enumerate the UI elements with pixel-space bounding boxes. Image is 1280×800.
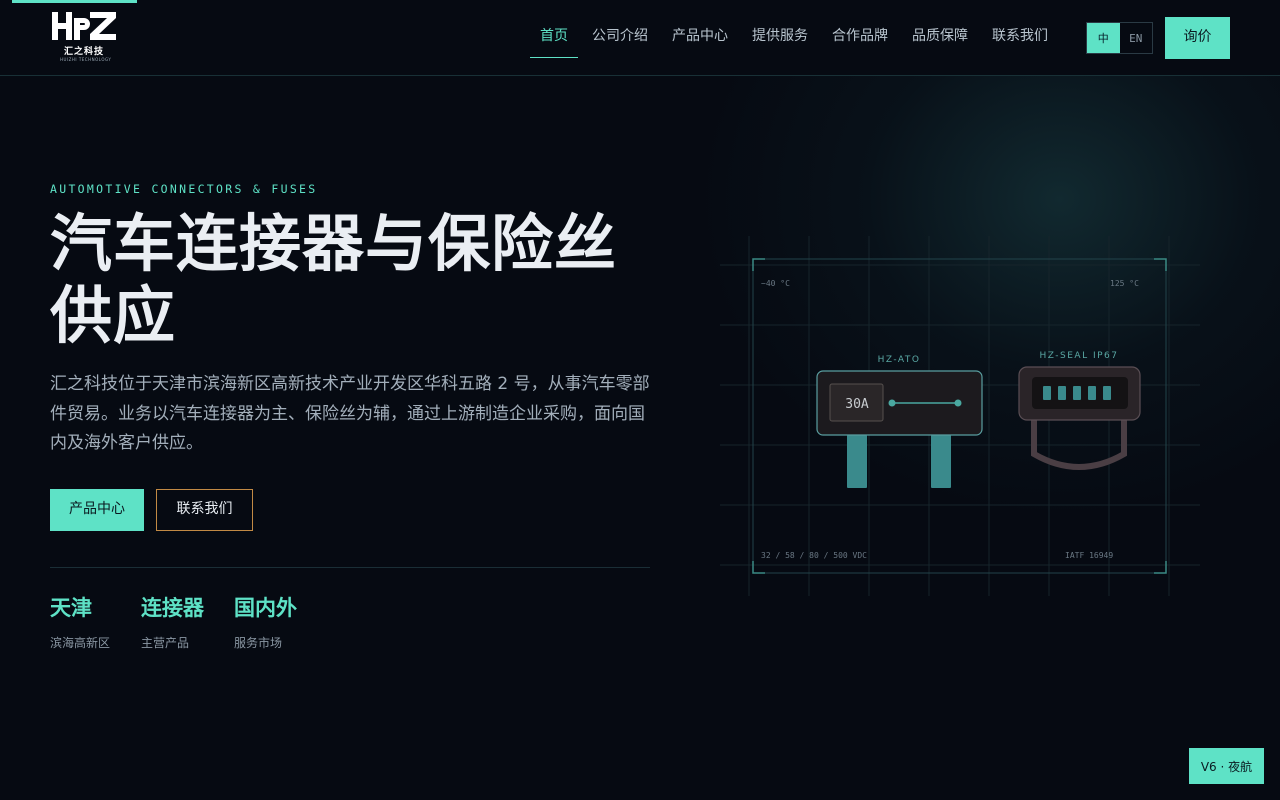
stat-product: 连接器 主营产品 xyxy=(141,592,204,651)
main-nav: 首页 公司介绍 产品中心 提供服务 合作品牌 品质保障 联系我们 xyxy=(530,0,1062,76)
stat-label: 主营产品 xyxy=(141,636,190,650)
fuse-icon: HZ-ATO 30A xyxy=(816,355,983,488)
product-diagram: −40 °C 125 °C 32 / 58 / 80 / 500 VDC IAT… xyxy=(720,236,1200,596)
language-switch: 中 EN xyxy=(1086,22,1153,54)
voltage-label: 32 / 58 / 80 / 500 VDC xyxy=(761,551,867,560)
lang-en-button[interactable]: EN xyxy=(1120,23,1153,53)
temp-max-label: 125 °C xyxy=(1110,279,1139,288)
logo-english-name: HUIZHI TECHNOLOGY xyxy=(60,57,112,62)
version-badge[interactable]: V6 · 夜航 xyxy=(1189,748,1264,784)
stat-value: 国内外 xyxy=(234,596,297,620)
stats-divider xyxy=(50,567,650,568)
products-button[interactable]: 产品中心 xyxy=(50,489,144,531)
hero-eyebrow: AUTOMOTIVE CONNECTORS & FUSES xyxy=(50,182,318,196)
sealed-connector-icon: HZ-SEAL IP67 xyxy=(1018,351,1141,470)
hero-description: 汇之科技位于天津市滨海新区高新技术产业开发区华科五路 2 号，从事汽车零部件贸易… xyxy=(50,374,650,453)
contact-button[interactable]: 联系我们 xyxy=(156,489,253,531)
product-visual: −40 °C 125 °C 32 / 58 / 80 / 500 VDC IAT… xyxy=(720,236,1200,596)
hero-title: 汽车连接器与保险丝供应 xyxy=(50,207,618,352)
stat-label: 滨海高新区 xyxy=(50,636,111,650)
stat-label: 服务市场 xyxy=(234,636,283,650)
stat-value: 连接器 xyxy=(141,596,204,620)
company-logo[interactable]: 汇之科技 HUIZHI TECHNOLOGY xyxy=(50,10,122,66)
temp-min-label: −40 °C xyxy=(761,279,790,288)
stat-location: 天津 滨海高新区 xyxy=(50,592,110,651)
fuse-rating: 30A xyxy=(845,397,869,412)
stat-value: 天津 xyxy=(50,596,92,620)
nav-item-products[interactable]: 产品中心 xyxy=(662,0,738,58)
nav-item-services[interactable]: 提供服务 xyxy=(742,0,818,58)
connector-label: HZ-SEAL IP67 xyxy=(1040,351,1119,361)
nav-item-about[interactable]: 公司介绍 xyxy=(582,0,658,58)
site-header: 汇之科技 HUIZHI TECHNOLOGY 首页 公司介绍 产品中心 提供服务… xyxy=(0,0,1280,76)
nav-item-home[interactable]: 首页 xyxy=(530,0,578,58)
lang-zh-button[interactable]: 中 xyxy=(1087,23,1120,53)
inquiry-button[interactable]: 询价 xyxy=(1165,17,1230,59)
nav-item-contact[interactable]: 联系我们 xyxy=(982,0,1058,58)
nav-item-brands[interactable]: 合作品牌 xyxy=(822,0,898,58)
nav-item-quality[interactable]: 品质保障 xyxy=(902,0,978,58)
certification-label: IATF 16949 xyxy=(1065,551,1113,560)
stat-market: 国内外 服务市场 xyxy=(234,592,297,651)
logo-chinese-name: 汇之科技 xyxy=(64,47,105,57)
fuse-label: HZ-ATO xyxy=(878,355,921,365)
logo-mark-icon xyxy=(52,12,116,40)
